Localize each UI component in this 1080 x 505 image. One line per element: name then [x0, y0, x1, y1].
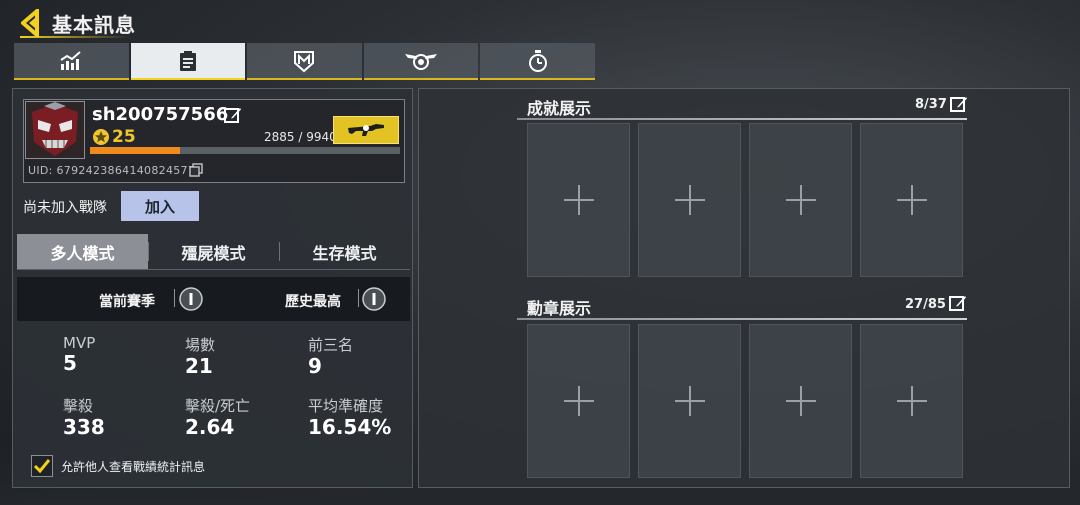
- plus-icon: [563, 185, 594, 215]
- edit-achievements-button[interactable]: [950, 95, 968, 113]
- stat-value: 338: [63, 415, 105, 439]
- achievements-divider: [517, 118, 967, 120]
- current-season-label: 當前賽季: [99, 294, 155, 310]
- header-underline: [20, 36, 130, 38]
- stats-chart-icon: [60, 50, 81, 70]
- edit-pencil-icon: [224, 108, 241, 123]
- stat-value: 9: [308, 354, 322, 378]
- tab-stats[interactable]: [14, 43, 129, 80]
- stat-value: 16.54%: [308, 415, 392, 439]
- plus-icon: [896, 185, 927, 215]
- edit-pencil-icon: [949, 296, 966, 311]
- medal-slot[interactable]: [638, 324, 741, 478]
- stat-label: 平均準確度: [308, 397, 384, 415]
- stat-value: 21: [185, 354, 213, 378]
- wings-emblem-icon: [405, 53, 438, 70]
- page-title: 基本訊息: [52, 12, 136, 37]
- back-arrow-icon: [21, 9, 39, 37]
- stopwatch-icon: [528, 49, 547, 72]
- stat-value: 2.64: [185, 415, 235, 439]
- achievement-slot[interactable]: [638, 123, 741, 277]
- season-divider: [358, 289, 359, 307]
- player-level: 25: [112, 127, 136, 147]
- plus-icon: [674, 185, 705, 215]
- achievements-count: 8/37: [915, 97, 947, 112]
- plus-icon: [785, 386, 816, 416]
- tab-zombie-mode[interactable]: 殭屍模式: [148, 234, 279, 269]
- tab-battle-royale-rank[interactable]: [363, 43, 479, 80]
- tab-multiplayer-mode[interactable]: 多人模式: [17, 234, 148, 269]
- back-button[interactable]: [20, 8, 48, 38]
- skull-mask-avatar-icon: [26, 102, 84, 158]
- stat-top3: 前三名 9: [308, 334, 418, 378]
- stat-kills: 擊殺 338: [63, 395, 173, 439]
- level-star-icon: [92, 128, 110, 146]
- stat-accuracy: 平均準確度 16.54%: [308, 395, 418, 439]
- join-clan-button[interactable]: 加入: [121, 191, 199, 221]
- plus-icon: [785, 185, 816, 215]
- mode-tab-bar: 多人模式 殭屍模式 生存模式: [17, 234, 410, 270]
- tab-multiplayer-rank[interactable]: [247, 43, 362, 80]
- username: sh200757566: [92, 104, 229, 125]
- stat-mvp: MVP 5: [63, 334, 173, 375]
- tab-survival-mode[interactable]: 生存模式: [279, 234, 410, 269]
- plus-icon: [896, 386, 927, 416]
- page-header: 基本訊息: [20, 8, 136, 38]
- xp-progress-bar: [90, 147, 400, 154]
- copy-uid-button[interactable]: [189, 162, 203, 177]
- player-uid: UID: 6792423864140824577: [28, 164, 196, 177]
- clipboard-icon: [179, 50, 196, 71]
- showcase-panel: 成就展示 8/37 勳章展示 27/85: [418, 88, 1070, 488]
- checkmark-icon: [33, 459, 51, 474]
- profile-card: sh200757566 25 2885 / 9940 UID: 67924238…: [23, 99, 405, 183]
- current-season-info-button[interactable]: [179, 287, 203, 311]
- plus-icon: [674, 386, 705, 416]
- medal-slot[interactable]: [749, 324, 852, 478]
- achievements-title: 成就展示: [527, 99, 592, 118]
- stat-label: MVP: [63, 334, 96, 352]
- season-divider: [174, 289, 175, 307]
- season-selector-row: 當前賽季 歷史最高: [17, 277, 410, 321]
- copy-icon: [189, 163, 203, 177]
- stat-label: 前三名: [308, 336, 354, 354]
- xp-text: 2885 / 9940: [264, 130, 337, 144]
- tab-basic-info[interactable]: [130, 43, 246, 80]
- medals-title: 勳章展示: [527, 299, 592, 318]
- achievement-slot[interactable]: [527, 123, 630, 277]
- info-icon: [362, 287, 386, 311]
- medals-divider: [517, 318, 967, 320]
- stat-label: 擊殺: [63, 397, 94, 415]
- stat-label: 場數: [185, 336, 216, 354]
- achievement-slot[interactable]: [749, 123, 852, 277]
- stat-label: 擊殺/死亡: [185, 397, 251, 415]
- medals-count: 27/85: [905, 297, 946, 312]
- info-icon: [179, 287, 203, 311]
- stat-kd-ratio: 擊殺/死亡 2.64: [185, 395, 295, 439]
- stat-value: 5: [63, 351, 77, 375]
- shield-m-icon: [294, 50, 315, 72]
- avatar[interactable]: [25, 101, 85, 159]
- top-tab-bar: [14, 43, 595, 80]
- xp-progress-fill: [90, 147, 180, 154]
- rifle-icon: [348, 124, 384, 136]
- best-season-label: 歷史最高: [285, 294, 341, 310]
- medal-slot[interactable]: [860, 324, 963, 478]
- best-season-info-button[interactable]: [362, 287, 386, 311]
- player-info-panel: sh200757566 25 2885 / 9940 UID: 67924238…: [12, 88, 413, 488]
- medal-slot[interactable]: [527, 324, 630, 478]
- tab-history[interactable]: [480, 43, 595, 80]
- edit-name-button[interactable]: [224, 106, 242, 124]
- edit-medals-button[interactable]: [949, 294, 967, 312]
- edit-pencil-icon: [950, 97, 967, 112]
- allow-stats-checkbox[interactable]: [31, 455, 53, 477]
- weapon-showcase-button[interactable]: [333, 116, 399, 144]
- plus-icon: [563, 386, 594, 416]
- stat-matches: 場數 21: [185, 334, 295, 378]
- clan-status: 尚未加入戰隊: [23, 200, 107, 216]
- privacy-setting-row: 允許他人查看戰績統計訊息: [31, 455, 205, 477]
- achievement-slot[interactable]: [860, 123, 963, 277]
- allow-stats-label: 允許他人查看戰績統計訊息: [61, 459, 206, 474]
